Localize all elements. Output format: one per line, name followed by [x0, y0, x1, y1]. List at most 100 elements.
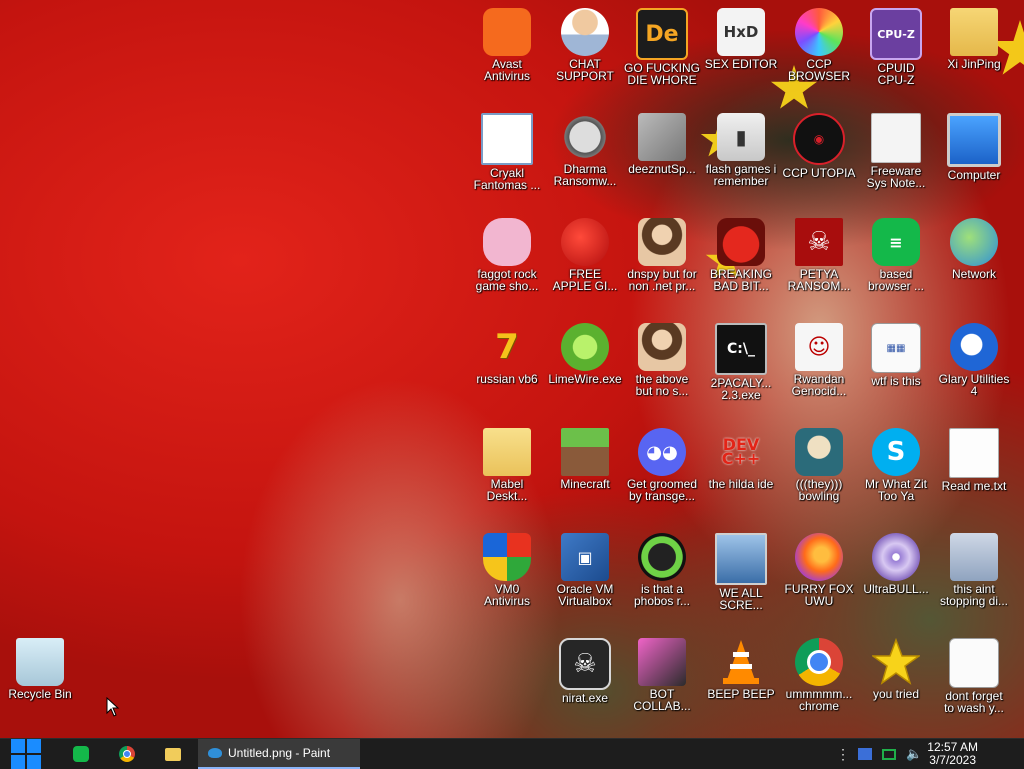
computer-icon — [947, 113, 1001, 167]
desktop-icon-xi-jinping[interactable]: Xi JinPing — [934, 2, 1014, 107]
recycle-bin-icon — [16, 638, 64, 686]
star-icon — [872, 638, 920, 686]
skull-mask-icon — [561, 113, 609, 161]
firefox-icon — [795, 533, 843, 581]
desktop-icon-label: SEX EDITOR — [704, 57, 778, 71]
desktop-icon-label: Minecraft — [560, 477, 610, 491]
desktop-icon-breaking-bad[interactable]: BREAKING BAD BIT... — [701, 212, 781, 317]
desktop-icon-hilda-ide[interactable]: DEV C++ the hilda ide — [701, 422, 781, 527]
desktop-icon-recycle-bin[interactable]: Recycle Bin — [0, 632, 80, 737]
desktop-icon-label: Glary Utilities 4 — [938, 372, 1010, 398]
desktop-icon-chat-support[interactable]: CHAT SUPPORT — [545, 2, 625, 107]
desktop-icon-freeware-sys[interactable]: Freeware Sys Note... — [856, 107, 936, 212]
desktop-icon-this-aint[interactable]: this aint stopping di... — [934, 527, 1014, 632]
desktop-icon-readme[interactable]: Read me.txt — [934, 422, 1014, 527]
desktop-icon-dont-forget[interactable]: dont forget to wash y... — [934, 632, 1014, 737]
desktop-icon-discord[interactable]: ◕◕ Get groomed by transge... — [622, 422, 702, 527]
desktop-icon-label: Get groomed by transge... — [626, 477, 698, 503]
taskbar-clock[interactable]: 12:57 AM 3/7/2023 — [927, 741, 978, 767]
desktop-icon-russian-vb6[interactable]: 7 russian vb6 — [467, 317, 547, 422]
desktop-icon-phobos[interactable]: is that a phobos r... — [622, 527, 702, 632]
desktop-icon-label: flash games i remember — [705, 162, 777, 188]
start-button[interactable] — [8, 739, 44, 769]
desktop-icon-minecraft[interactable]: Minecraft — [545, 422, 625, 527]
paint-icon — [208, 748, 222, 758]
green-chat-icon — [73, 746, 89, 762]
desktop-icon-rock-game[interactable]: faggot rock game sho... — [467, 212, 547, 317]
grid-document-icon — [949, 638, 999, 688]
desktop-icon-chrome[interactable]: ummmmm... chrome — [779, 632, 859, 737]
desktop-icon-ultrabull[interactable]: UltraBULL... — [856, 527, 936, 632]
desktop-icon-limewire[interactable]: LimeWire.exe — [545, 317, 625, 422]
desktop-icon-label: FREE APPLE GI... — [552, 267, 618, 293]
desktop-icon-you-tried[interactable]: you tried — [856, 632, 936, 737]
network-icon[interactable] — [882, 748, 896, 760]
text-file-icon — [949, 428, 999, 478]
desktop-icon-avast[interactable]: Avast Antivirus — [467, 2, 547, 107]
desktop-icon-virtualbox[interactable]: ▣ Oracle VM Virtualbox — [545, 527, 625, 632]
desktop-icon-deeznut[interactable]: deeznutSp... — [622, 107, 702, 212]
desktop-icon-glary[interactable]: Glary Utilities 4 — [934, 317, 1014, 422]
desktop-icon-label: you tried — [872, 687, 920, 701]
desktop-icon-based-browser[interactable]: ≡ based browser ... — [856, 212, 936, 317]
desktop-icon-ccp-utopia[interactable]: ◉ CCP UTOPIA — [779, 107, 859, 212]
desktop-icon-free-apple[interactable]: FREE APPLE GI... — [545, 212, 625, 317]
dev-cpp-icon: DEV C++ — [721, 435, 761, 468]
desktop-icon-flash-games[interactable]: ▮ flash games i remember — [701, 107, 781, 212]
minecraft-icon — [561, 428, 609, 476]
desktop-icon-label: Rwandan Genocid... — [791, 372, 847, 398]
desktop-icon-we-all-scre[interactable]: WE ALL SCRE... — [701, 527, 781, 632]
desktop-icon-label: 2PACALY... 2.3.exe — [710, 376, 772, 402]
desktop-icon-dnspy[interactable]: dnspy but for non .net pr... — [622, 212, 702, 317]
flag-icon[interactable] — [858, 748, 872, 760]
desktop-icon-vm0[interactable]: VM0 Antivirus — [467, 527, 547, 632]
system-tray: ⋮ 🔈 — [836, 739, 922, 769]
desktop-icon-rwandan[interactable]: ☺ Rwandan Genocid... — [779, 317, 859, 422]
desktop-icon-the-above[interactable]: the above but no s... — [622, 317, 702, 422]
clock-date: 3/7/2023 — [929, 753, 976, 767]
desktop-icon-ccp-browser[interactable]: CCP BROWSER — [779, 2, 859, 107]
desktop-icon-hxd[interactable]: HxD SEX EDITOR — [701, 2, 781, 107]
desktop-icon-dharma[interactable]: Dharma Ransomw... — [545, 107, 625, 212]
desktop-icon-label: WE ALL SCRE... — [719, 586, 763, 612]
desktop-icon-label: is that a phobos r... — [633, 582, 691, 608]
taskbar-pinned-chrome[interactable] — [112, 739, 142, 769]
desktop-icon-wtf[interactable]: ▦▦ wtf is this — [856, 317, 936, 422]
desktop-icon-network[interactable]: Network — [934, 212, 1014, 317]
desktop-icon-bot-collab[interactable]: BOT COLLAB... — [622, 632, 702, 737]
chrome-icon — [795, 638, 843, 686]
speaker-muted-icon[interactable]: 🔈 — [906, 746, 922, 762]
desktop-icon-petya[interactable]: ☠ PETYA RANSOM... — [779, 212, 859, 317]
chrome-icon — [119, 746, 135, 762]
taskbar-pinned-explorer[interactable] — [158, 739, 188, 769]
desktop-icon-label: Network — [951, 267, 996, 281]
desktop-icon-label: dont forget to wash y... — [944, 689, 1004, 715]
desktop-icon-skype[interactable]: S Mr What Zit Too Ya — [856, 422, 936, 527]
desktop-icon-2pacaly[interactable]: C:\_ 2PACALY... 2.3.exe — [701, 317, 781, 422]
desktop-icon-bowling[interactable]: (((they))) bowling — [779, 422, 859, 527]
desktop-icon-label: Dharma Ransomw... — [553, 162, 617, 188]
desktop-icon-beep-beep[interactable]: BEEP BEEP — [701, 632, 781, 737]
desktop-icon-label: deeznutSp... — [628, 162, 696, 176]
desktop-icon-cpuz[interactable]: CPU-Z CPUID CPU-Z — [856, 2, 936, 107]
document-icon — [871, 113, 921, 163]
disc-icon — [872, 533, 920, 581]
windows-logo-icon — [10, 739, 42, 769]
desktop-icon-label: BEEP BEEP — [707, 687, 775, 701]
desktop-icon-label: dnspy but for non .net pr... — [627, 267, 697, 293]
de-app-icon: De — [636, 8, 688, 60]
desktop-icon-computer[interactable]: Computer — [934, 107, 1014, 212]
taskbar-pinned-app[interactable] — [66, 739, 96, 769]
overflow-dots-icon[interactable]: ⋮ — [836, 746, 850, 763]
desktop-icon-cryakl[interactable]: Cryakl Fantomas ... — [467, 107, 547, 212]
desktop-icon-nirat[interactable]: ☠ nirat.exe — [545, 632, 625, 737]
desktop-icon-label: wtf is this — [871, 374, 921, 388]
desktop-icon-de-app[interactable]: De GO FUCKING DIE WHORE — [622, 2, 702, 107]
taskbar-task-paint[interactable]: Untitled.png - Paint — [198, 739, 360, 769]
desktop-icon-firefox[interactable]: FURRY FOX UWU — [779, 527, 859, 632]
petya-skull-icon: ☠ — [795, 218, 843, 266]
desktop-icon-label: Read me.txt — [941, 479, 1007, 493]
desktop-icon-label: CCP BROWSER — [787, 57, 850, 83]
desktop-icon-mabel[interactable]: Mabel Deskt... — [467, 422, 547, 527]
icq-flower-icon — [638, 533, 686, 581]
